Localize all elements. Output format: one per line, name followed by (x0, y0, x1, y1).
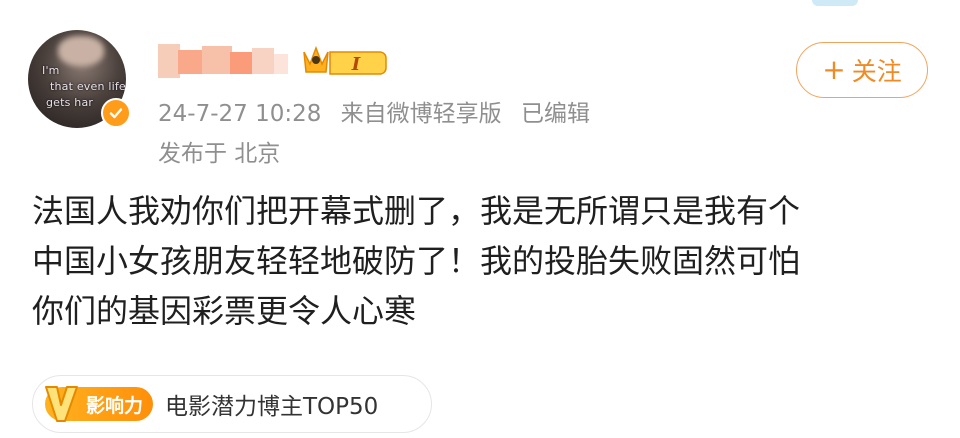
follow-label: 关注 (851, 57, 902, 86)
influence-badge[interactable]: 影响力 电影潜力博主TOP50 (32, 375, 432, 433)
post-location: 发布于 北京 (158, 141, 281, 167)
post-source[interactable]: 来自微博轻享版 (341, 101, 502, 127)
v-influence-icon (45, 386, 78, 422)
username-obscured[interactable] (158, 44, 288, 78)
influence-label: 电影潜力博主TOP50 (165, 394, 379, 420)
crown-level-icon: I (303, 45, 387, 75)
post-body-line-2: 中国小女孩朋友轻轻地破防了！我的投胎失败固然可怕 (32, 242, 801, 280)
top-edge-fragment (812, 0, 858, 6)
post-body: 法国人我劝你们把开幕式删了，我是无所谓只是我有个 中国小女孩朋友轻轻地破防了！我… (32, 186, 932, 336)
avatar-text-2: that even life (50, 80, 126, 93)
avatar-text-3: gets har (46, 96, 94, 109)
follow-button[interactable]: + 关注 (796, 42, 928, 98)
post-edited: 已编辑 (520, 101, 590, 127)
crown-level-text: I (351, 54, 361, 75)
post-body-line-1: 法国人我劝你们把开幕式删了，我是无所谓只是我有个 (32, 192, 801, 230)
avatar-face-blur (58, 36, 104, 66)
verified-badge-icon (101, 98, 131, 128)
influence-pill: 影响力 (45, 386, 153, 422)
influence-pill-text: 影响力 (85, 394, 143, 417)
plus-icon: + (822, 53, 846, 86)
avatar-text-1: I'm (42, 64, 60, 77)
post-timestamp: 24-7-27 10:28 (158, 101, 322, 127)
post-meta-line: 24-7-27 10:28 来自微博轻享版 已编辑 (158, 94, 590, 128)
post-body-line-3: 你们的基因彩票更令人心寒 (32, 292, 417, 330)
